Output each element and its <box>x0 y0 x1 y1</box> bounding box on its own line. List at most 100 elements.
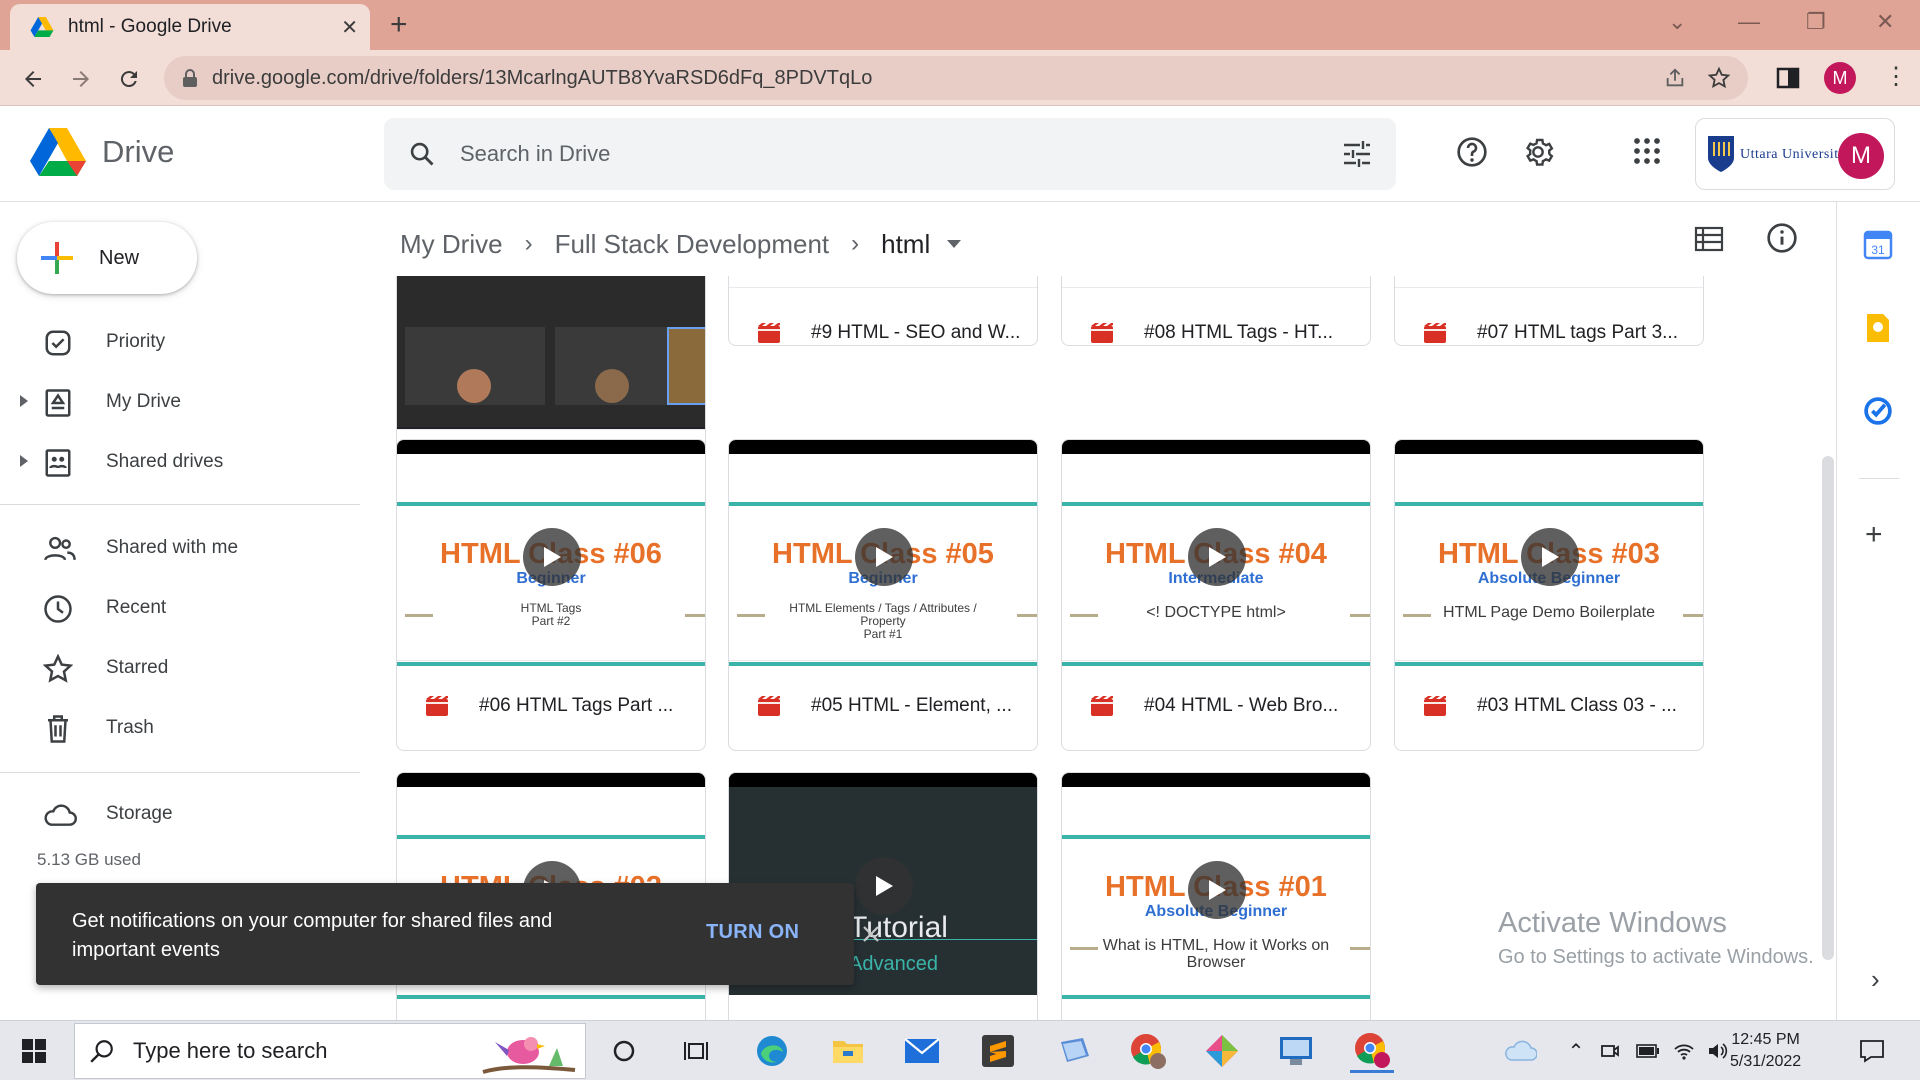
cortana-icon[interactable] <box>602 1029 646 1073</box>
search-input[interactable] <box>460 141 1342 167</box>
tasks-icon[interactable] <box>1863 396 1893 426</box>
file-thumbnail[interactable]: HTML Tags - Table, Form, Script Part #3 <box>1395 276 1703 287</box>
device-app-icon[interactable] <box>1052 1029 1096 1073</box>
sidebar-item-recent[interactable]: Recent <box>0 584 360 632</box>
onedrive-cloud-icon[interactable] <box>1498 1029 1542 1073</box>
list-view-icon[interactable] <box>1694 226 1724 252</box>
file-name-row[interactable]: #04 HTML - Web Bro... <box>1062 660 1370 750</box>
address-bar[interactable]: drive.google.com/drive/folders/13Mcarlng… <box>164 56 1748 100</box>
taskbar-clock[interactable]: 12:45 PM 5/31/2022 <box>1730 1029 1801 1073</box>
notifications-icon[interactable] <box>1850 1029 1894 1073</box>
chrome-profile-icon[interactable] <box>1126 1029 1170 1073</box>
breadcrumb-item[interactable]: My Drive <box>400 229 503 260</box>
turn-on-button[interactable]: TURN ON <box>706 921 799 944</box>
lock-icon[interactable] <box>182 69 198 87</box>
close-icon[interactable] <box>862 925 880 943</box>
file-name-row[interactable]: #9 HTML - SEO and W... <box>729 287 1037 345</box>
mail-icon[interactable] <box>900 1029 944 1073</box>
minimize-icon[interactable]: — <box>1738 10 1760 34</box>
url-text[interactable]: drive.google.com/drive/folders/13Mcarlng… <box>212 67 1642 90</box>
file-thumbnail[interactable]: HTML Class #03Absolute BeginnerHTML Page… <box>1395 440 1703 670</box>
file-thumbnail[interactable]: HTML Class #06BeginnerHTML Tags Part #2 <box>397 440 705 670</box>
taskbar-search-box[interactable]: Type here to search <box>74 1023 586 1079</box>
browser-tab[interactable]: html - Google Drive ✕ <box>10 4 370 50</box>
apps-grid-icon[interactable] <box>1632 136 1662 166</box>
browser-menu-icon[interactable]: ⋮ <box>1884 62 1908 91</box>
side-panel-icon[interactable] <box>1776 67 1800 89</box>
sidebar-item-trash[interactable]: Trash <box>0 704 360 752</box>
drive-logo[interactable]: Drive <box>30 128 174 176</box>
calendar-icon[interactable]: 31 <box>1863 230 1893 260</box>
browser-profile-avatar[interactable]: M <box>1824 62 1856 94</box>
control-panel-icon[interactable] <box>1274 1029 1318 1073</box>
search-icon[interactable] <box>408 140 436 168</box>
file-card[interactable]: HTML Class #05BeginnerHTML Elements / Ta… <box>728 439 1038 751</box>
reload-icon[interactable] <box>112 62 146 96</box>
file-card[interactable]: HTML Class #04Intermediate<! DOCTYPE htm… <box>1061 439 1371 751</box>
account-avatar[interactable]: M <box>1838 133 1884 179</box>
sidebar-item-priority[interactable]: Priority <box>0 318 360 366</box>
taskbar-search-placeholder: Type here to search <box>133 1038 328 1063</box>
close-tab-icon[interactable]: ✕ <box>341 15 358 40</box>
file-thumbnail[interactable]: HTML Tags - Form Tag Part #4 <box>1062 276 1370 287</box>
share-icon[interactable] <box>1664 67 1686 89</box>
keep-icon[interactable] <box>1865 312 1891 344</box>
tab-search-chevron-icon[interactable]: ⌄ <box>1668 10 1686 34</box>
settings-gear-icon[interactable] <box>1522 136 1554 168</box>
breadcrumb-item[interactable]: Full Stack Development <box>555 229 830 260</box>
sidebar-item-storage[interactable]: Storage <box>0 790 360 838</box>
sidebar-item-label: Shared drives <box>106 451 224 472</box>
close-window-icon[interactable]: ✕ <box>1876 10 1894 34</box>
windows-start-icon[interactable] <box>22 1039 46 1063</box>
new-tab-icon[interactable]: + <box>390 9 408 41</box>
file-name-row[interactable]: #05 HTML - Element, ... <box>729 660 1037 750</box>
task-view-icon[interactable] <box>674 1029 718 1073</box>
expand-arrow-icon[interactable] <box>18 454 30 468</box>
breadcrumb-current[interactable]: html <box>881 229 930 260</box>
sidebar-item-shared-with-me[interactable]: Shared with me <box>0 524 360 572</box>
file-thumbnail[interactable]: HTML Class #04Intermediate<! DOCTYPE htm… <box>1062 440 1370 670</box>
file-name-row[interactable]: #06 HTML Tags Part ... <box>397 660 705 750</box>
bookmark-star-icon[interactable] <box>1708 67 1730 89</box>
sidebar-item-starred[interactable]: Starred <box>0 644 360 692</box>
file-thumbnail[interactable]: HTML Class #01Absolute BeginnerWhat is H… <box>1062 773 1370 1003</box>
git-app-icon[interactable] <box>1200 1029 1244 1073</box>
dropdown-arrow-icon[interactable] <box>946 239 962 249</box>
scrollbar[interactable] <box>1822 456 1834 960</box>
forward-icon[interactable] <box>64 62 98 96</box>
info-icon[interactable] <box>1766 222 1798 254</box>
new-button[interactable]: New <box>17 222 197 294</box>
edge-browser-icon[interactable] <box>750 1029 794 1073</box>
file-name-row[interactable]: #03 HTML Class 03 - ... <box>1395 660 1703 750</box>
file-explorer-icon[interactable] <box>826 1029 870 1073</box>
expand-arrow-icon[interactable] <box>18 394 30 408</box>
file-name-row[interactable]: #07 HTML tags Part 3... <box>1395 287 1703 345</box>
activate-windows-watermark: Activate Windows Go to Settings to activ… <box>1498 907 1814 969</box>
search-options-icon[interactable] <box>1342 140 1372 168</box>
file-card[interactable]: HTML Tags - Table, Form, Script Part #3 #… <box>1394 276 1704 346</box>
sidebar-item-label: Storage <box>106 803 173 824</box>
chevron-right-icon[interactable]: › <box>1871 964 1880 995</box>
file-thumbnail[interactable] <box>397 276 705 429</box>
file-card[interactable]: HTML SEO Techniques & Web Accessibility #… <box>728 276 1038 346</box>
back-icon[interactable] <box>16 62 50 96</box>
file-thumbnail[interactable]: HTML Class #05BeginnerHTML Elements / Ta… <box>729 440 1037 670</box>
sidebar-item-my-drive[interactable]: My Drive <box>0 378 360 426</box>
breadcrumb: My Drive › Full Stack Development › html <box>400 222 962 266</box>
file-card[interactable]: HTML Class #03Absolute BeginnerHTML Page… <box>1394 439 1704 751</box>
add-addon-icon[interactable]: + <box>1865 520 1883 550</box>
file-card[interactable]: HTML Tags - Form Tag Part #4 #08 HTML Tag… <box>1061 276 1371 346</box>
thumb-subtitle: HTML Page Demo Boilerplate <box>1443 604 1655 621</box>
help-icon[interactable] <box>1456 136 1488 168</box>
file-card[interactable]: HTML Class #06BeginnerHTML Tags Part #2 #… <box>396 439 706 751</box>
chrome-active-icon[interactable] <box>1350 1029 1394 1073</box>
drive-search-bar[interactable] <box>384 118 1396 190</box>
file-thumbnail[interactable]: HTML SEO Techniques & Web Accessibility <box>729 276 1037 287</box>
account-switcher[interactable]: Uttara University M <box>1695 118 1895 190</box>
file-card[interactable]: HTML Class #01Absolute BeginnerWhat is H… <box>1061 772 1371 1020</box>
thumb-line <box>729 502 1037 506</box>
file-name-row[interactable]: #08 HTML Tags - HT... <box>1062 287 1370 345</box>
sidebar-item-shared-drives[interactable]: Shared drives <box>0 438 360 486</box>
sublime-text-icon[interactable] <box>976 1029 1020 1073</box>
restore-icon[interactable]: ❐ <box>1806 10 1826 34</box>
